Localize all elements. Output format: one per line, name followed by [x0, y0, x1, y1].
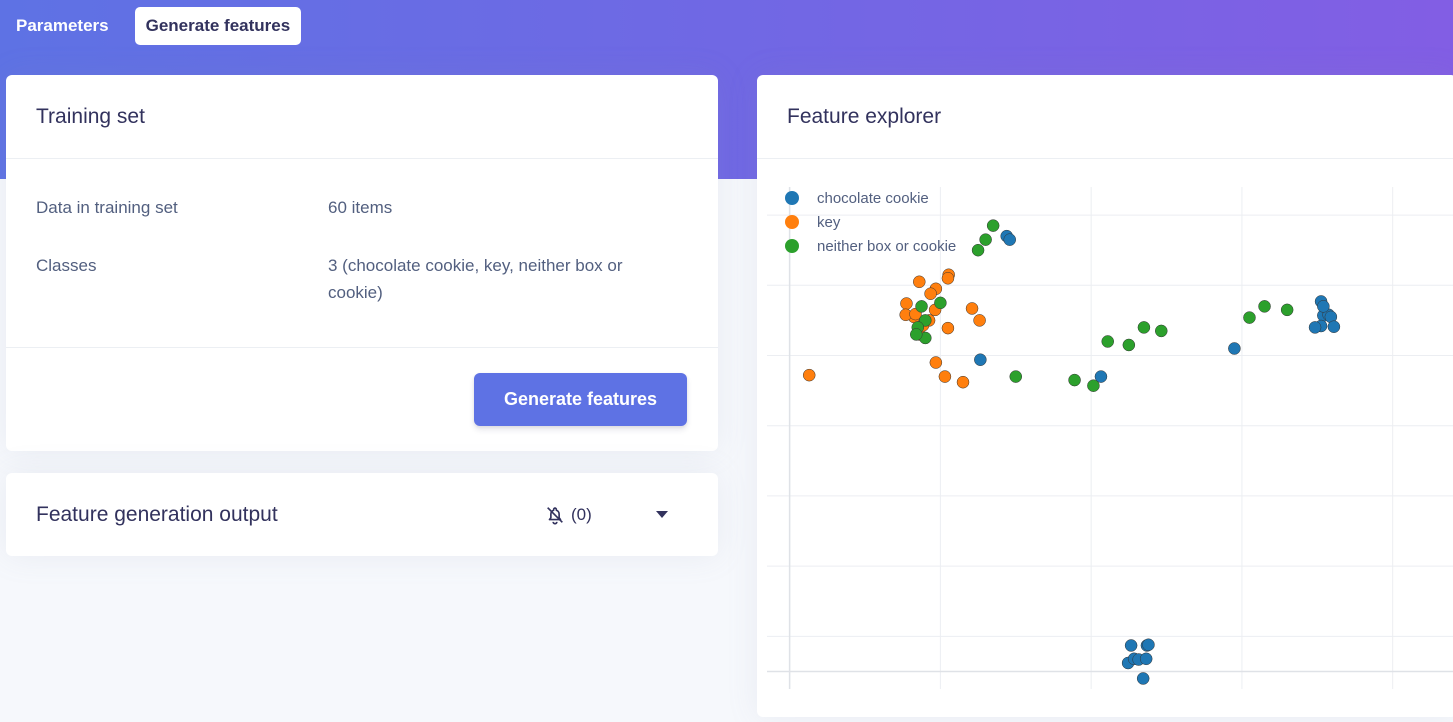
top-nav: Parameters Generate features	[0, 7, 302, 45]
point-key[interactable]	[924, 287, 937, 300]
point-neither-box-or-cookie[interactable]	[1068, 373, 1081, 387]
point-chocolate-cookie[interactable]	[1003, 233, 1016, 246]
point-neither-box-or-cookie[interactable]	[1087, 379, 1100, 392]
point-key[interactable]	[956, 375, 970, 389]
point-neither-box-or-cookie[interactable]	[1122, 338, 1136, 352]
point-key[interactable]	[941, 272, 955, 285]
point-key[interactable]	[929, 356, 943, 369]
point-neither-box-or-cookie[interactable]	[986, 219, 1000, 232]
notification-toggle[interactable]: (0)	[544, 504, 592, 526]
training-set-title: Training set	[36, 105, 145, 128]
point-neither-box-or-cookie[interactable]	[1155, 324, 1168, 338]
point-key[interactable]	[938, 370, 952, 383]
card-divider	[6, 347, 718, 348]
point-neither-box-or-cookie[interactable]	[1280, 303, 1294, 317]
point-neither-box-or-cookie[interactable]	[910, 328, 923, 341]
point-key[interactable]	[913, 275, 926, 289]
tab-generate-features[interactable]: Generate features	[134, 7, 302, 45]
training-set-header: Training set	[6, 75, 718, 159]
point-neither-box-or-cookie[interactable]	[979, 233, 992, 246]
classes-label: Classes	[36, 256, 97, 275]
legend-marker	[785, 191, 799, 205]
point-key[interactable]	[900, 297, 913, 310]
notification-count: (0)	[571, 505, 592, 524]
data-value: 60 items	[328, 198, 393, 217]
data-label: Data in training set	[36, 198, 178, 217]
point-key[interactable]	[802, 368, 816, 382]
point-chocolate-cookie[interactable]	[1317, 300, 1330, 313]
point-neither-box-or-cookie[interactable]	[1137, 321, 1151, 334]
point-neither-box-or-cookie[interactable]	[1258, 300, 1271, 313]
feature-explorer-title: Feature explorer	[787, 105, 942, 128]
feature-output-card: Feature generation output (0)	[6, 473, 718, 556]
point-chocolate-cookie[interactable]	[1124, 639, 1138, 652]
point-key[interactable]	[941, 321, 955, 335]
generate-features-button[interactable]: Generate features	[474, 373, 687, 426]
legend-label: chocolate cookie	[817, 190, 929, 207]
point-neither-box-or-cookie[interactable]	[971, 243, 985, 257]
point-neither-box-or-cookie[interactable]	[915, 300, 928, 313]
point-chocolate-cookie[interactable]	[1228, 342, 1241, 355]
point-neither-box-or-cookie[interactable]	[934, 296, 947, 310]
feature-scatter-plot[interactable]: chocolate cookie key neither box or cookie	[757, 159, 1453, 714]
tab-parameters[interactable]: Parameters	[5, 7, 120, 45]
training-set-card: Training set Data in training set 60 ite…	[6, 75, 718, 451]
point-chocolate-cookie[interactable]	[1139, 652, 1153, 666]
legend-marker	[785, 215, 799, 229]
classes-value: 3 (chocolate cookie, key, neither box or…	[328, 256, 623, 302]
point-chocolate-cookie[interactable]	[1142, 638, 1155, 652]
point-neither-box-or-cookie[interactable]	[1009, 370, 1023, 383]
point-chocolate-cookie[interactable]	[1136, 672, 1150, 685]
legend-label: neither box or cookie	[817, 238, 956, 255]
point-chocolate-cookie[interactable]	[1308, 321, 1322, 334]
legend-label: key	[817, 214, 841, 231]
legend-marker	[785, 239, 799, 253]
bell-off-icon	[547, 507, 563, 525]
feature-explorer-card: Feature explorer chocolate cookie key neit…	[757, 75, 1453, 717]
point-chocolate-cookie[interactable]	[1327, 320, 1341, 333]
feature-explorer-header: Feature explorer	[757, 75, 1453, 159]
point-neither-box-or-cookie[interactable]	[1243, 311, 1256, 324]
chevron-down-icon[interactable]	[656, 511, 668, 518]
feature-output-title: Feature generation output	[36, 503, 278, 526]
point-neither-box-or-cookie[interactable]	[1101, 335, 1114, 348]
point-chocolate-cookie[interactable]	[974, 353, 987, 366]
point-key[interactable]	[965, 302, 979, 315]
point-key[interactable]	[973, 314, 986, 327]
